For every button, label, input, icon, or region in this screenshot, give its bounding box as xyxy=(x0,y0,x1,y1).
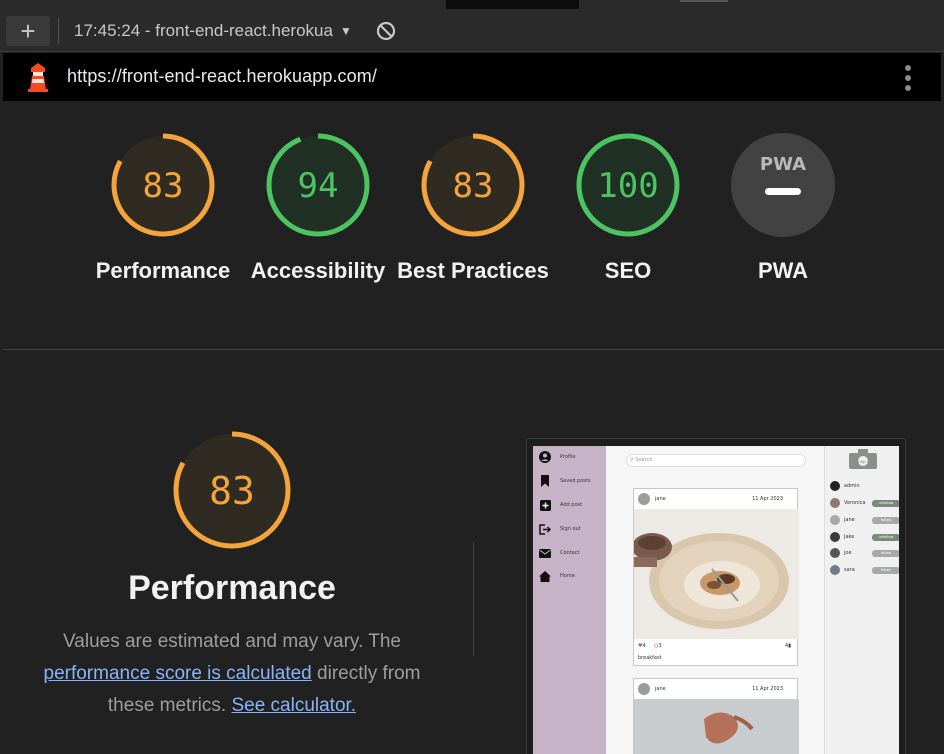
thumb-nav-item: Contact xyxy=(539,547,579,559)
bookmark-icon: 4▮ xyxy=(785,643,791,649)
gauge-score: 83 xyxy=(453,166,494,206)
sign-out-icon xyxy=(539,523,551,535)
search-icon: ⚲ xyxy=(630,457,634,463)
home-icon xyxy=(539,570,551,582)
clear-all-icon[interactable] xyxy=(376,21,396,41)
report-selector-label: 17:45:24 - front-end-react.herokuapp.com xyxy=(74,21,333,40)
heart-icon: ♥4 xyxy=(638,643,646,649)
svg-text:snap it: snap it xyxy=(856,459,870,464)
mail-icon xyxy=(539,547,551,559)
description-text: Values are estimated and may vary. The xyxy=(63,631,401,652)
toolbar-divider xyxy=(58,18,59,44)
add-post-icon xyxy=(539,499,551,511)
lighthouse-toolbar: + 17:45:24 - front-end-react.herokuapp.c… xyxy=(0,9,944,52)
thumb-user-row: Jake unfollow xyxy=(830,532,899,542)
post-image xyxy=(634,699,799,754)
thumb-user-row: sara follow xyxy=(830,565,899,575)
camera-logo-icon: snap it xyxy=(849,449,877,469)
comment-icon: ○3 xyxy=(654,643,662,649)
tab-strip xyxy=(0,0,944,9)
performance-gauge: 83 xyxy=(173,431,291,549)
thumb-nav-item: Sign out xyxy=(539,523,581,535)
gauge-label: Performance xyxy=(95,258,231,283)
thumb-post: jane 11 Apr 2023 xyxy=(633,678,799,754)
pwa-badge-text: PWA xyxy=(760,154,806,175)
gauge-score: 83 xyxy=(143,166,184,206)
avatar xyxy=(830,565,840,575)
gauge-performance[interactable]: 83 Performance xyxy=(88,133,238,287)
avatar xyxy=(638,493,650,505)
thumb-search: ⚲ Search xyxy=(626,454,806,467)
gauge-score: 83 xyxy=(209,469,255,513)
gauge-ring: 83 xyxy=(111,133,215,237)
report-selector[interactable]: 17:45:24 - front-end-react.herokuapp.com… xyxy=(74,19,352,43)
gauge-accessibility[interactable]: 94 Accessibility xyxy=(243,133,393,287)
post-image xyxy=(634,509,799,639)
final-screenshot[interactable]: Profile Saved posts Add post Sign out Co… xyxy=(533,446,899,754)
gauge-ring: 94 xyxy=(266,133,370,237)
gauge-label: Accessibility xyxy=(250,258,386,283)
thumb-user-row: admin xyxy=(830,481,899,491)
bookmark-icon xyxy=(539,475,551,487)
performance-description: Values are estimated and may vary. The p… xyxy=(30,626,434,722)
gauge-label: Best Practices xyxy=(397,258,549,283)
gauge-best-practices[interactable]: 83 Best Practices xyxy=(397,133,549,287)
gauge-score: 100 xyxy=(597,166,658,206)
thumb-user-row: joe follow xyxy=(830,548,899,558)
avatar xyxy=(830,515,840,525)
gauge-seo[interactable]: 100 SEO xyxy=(553,133,703,287)
report-url: https://front-end-react.herokuapp.com/ xyxy=(67,66,377,86)
avatar xyxy=(830,532,840,542)
thumb-right-panel: snap it admin Veronica unfollow jane follo… xyxy=(824,446,899,754)
report-url-bar: https://front-end-react.herokuapp.com/ xyxy=(3,53,941,101)
score-calculation-link[interactable]: performance score is calculated xyxy=(44,663,312,684)
avatar xyxy=(830,498,840,508)
section-divider xyxy=(3,349,944,350)
thumb-post: jane 11 Apr 2023 ♥4 ○3 4▮ breakfast xyxy=(633,488,799,666)
post-caption: breakfast xyxy=(638,655,662,661)
lighthouse-logo-icon xyxy=(28,63,48,92)
see-calculator-link[interactable]: See calculator. xyxy=(231,695,356,716)
plus-icon: + xyxy=(20,16,36,46)
profile-icon xyxy=(539,451,551,463)
thumb-nav-item: Saved posts xyxy=(539,475,590,487)
thumb-user-row: Veronica unfollow xyxy=(830,498,899,508)
performance-title: Performance xyxy=(128,569,336,607)
avatar xyxy=(638,683,650,695)
lighthouse-panel: + 17:45:24 - front-end-react.herokuapp.c… xyxy=(0,0,944,754)
active-tab[interactable] xyxy=(446,0,579,9)
gauge-label: PWA xyxy=(757,258,809,283)
new-report-button[interactable]: + xyxy=(6,16,50,46)
more-options-icon[interactable] xyxy=(905,65,911,91)
vertical-divider xyxy=(473,542,474,656)
avatar xyxy=(830,481,840,491)
gauge-ring: 100 xyxy=(576,133,680,237)
tab-indicator xyxy=(680,0,728,2)
gauge-label: SEO xyxy=(604,258,652,283)
thumb-nav-item: Add post xyxy=(539,499,582,511)
chevron-down-icon: ▼ xyxy=(340,24,352,38)
thumb-sidebar: Profile Saved posts Add post Sign out Co… xyxy=(533,446,606,754)
gauge-pwa[interactable]: PWA PWA xyxy=(708,133,858,287)
thumb-user-row: jane follow xyxy=(830,515,899,525)
gauge-score: 94 xyxy=(298,166,339,206)
avatar xyxy=(830,548,840,558)
pwa-badge-icon: PWA xyxy=(731,133,835,237)
thumb-nav-item: Home xyxy=(539,570,575,582)
thumb-nav-item: Profile xyxy=(539,451,576,463)
gauge-ring: 83 xyxy=(421,133,525,237)
